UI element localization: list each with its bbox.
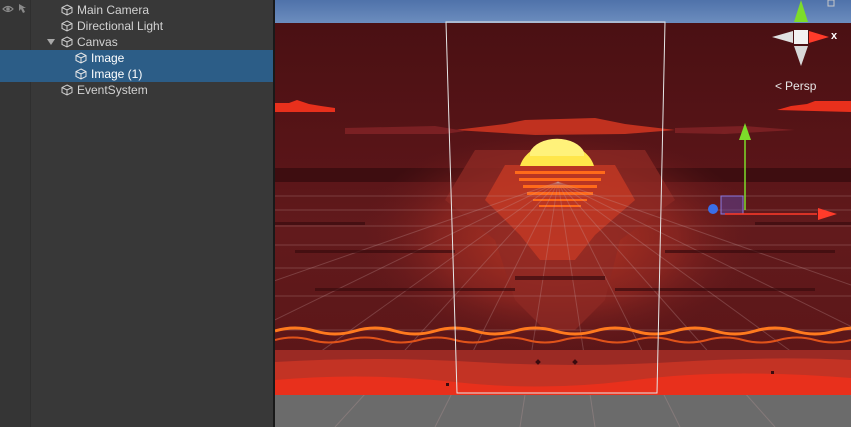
gameobject-cube-icon bbox=[75, 68, 87, 80]
hierarchy-item-label: Directional Light bbox=[77, 19, 164, 33]
hierarchy-item-main-camera[interactable]: Main Camera bbox=[0, 2, 273, 18]
gameobject-cube-icon bbox=[61, 4, 73, 16]
hierarchy-item-canvas[interactable]: Canvas bbox=[0, 34, 273, 50]
hierarchy-item-label: Image (1) bbox=[91, 67, 143, 81]
ground-plane bbox=[275, 395, 851, 427]
scene-canvas[interactable] bbox=[275, 0, 851, 427]
z-axis-handle[interactable] bbox=[708, 204, 718, 214]
hierarchy-item-label: Main Camera bbox=[77, 3, 150, 17]
gameobject-cube-icon bbox=[61, 20, 73, 32]
gizmo-x-label: x bbox=[831, 30, 838, 42]
chevron-left-icon: < bbox=[775, 79, 783, 93]
hierarchy-item-label: Canvas bbox=[77, 35, 118, 49]
projection-toggle[interactable]: < Persp bbox=[775, 79, 816, 93]
projection-label: Persp bbox=[785, 79, 817, 93]
move-plane-handle[interactable] bbox=[720, 195, 744, 215]
hierarchy-item-image-1[interactable]: Image (1) bbox=[0, 66, 273, 82]
hierarchy-panel: Main Camera Directional Light Canvas Ima… bbox=[0, 0, 274, 427]
gameobject-cube-icon bbox=[75, 52, 87, 64]
foldout-arrow-icon[interactable] bbox=[47, 39, 55, 45]
gameobject-cube-icon bbox=[61, 36, 73, 48]
hierarchy-item-label: Image bbox=[91, 51, 125, 65]
sky-strip bbox=[275, 0, 851, 23]
hierarchy-item-label: EventSystem bbox=[77, 83, 148, 97]
scene-view[interactable]: x < Persp bbox=[275, 0, 851, 427]
hierarchy-item-directional-light[interactable]: Directional Light bbox=[0, 18, 273, 34]
hierarchy-item-eventsystem[interactable]: EventSystem bbox=[0, 82, 273, 98]
gameobject-cube-icon bbox=[61, 84, 73, 96]
gizmo-center-cube[interactable] bbox=[794, 30, 808, 44]
hierarchy-item-image[interactable]: Image bbox=[0, 50, 273, 66]
